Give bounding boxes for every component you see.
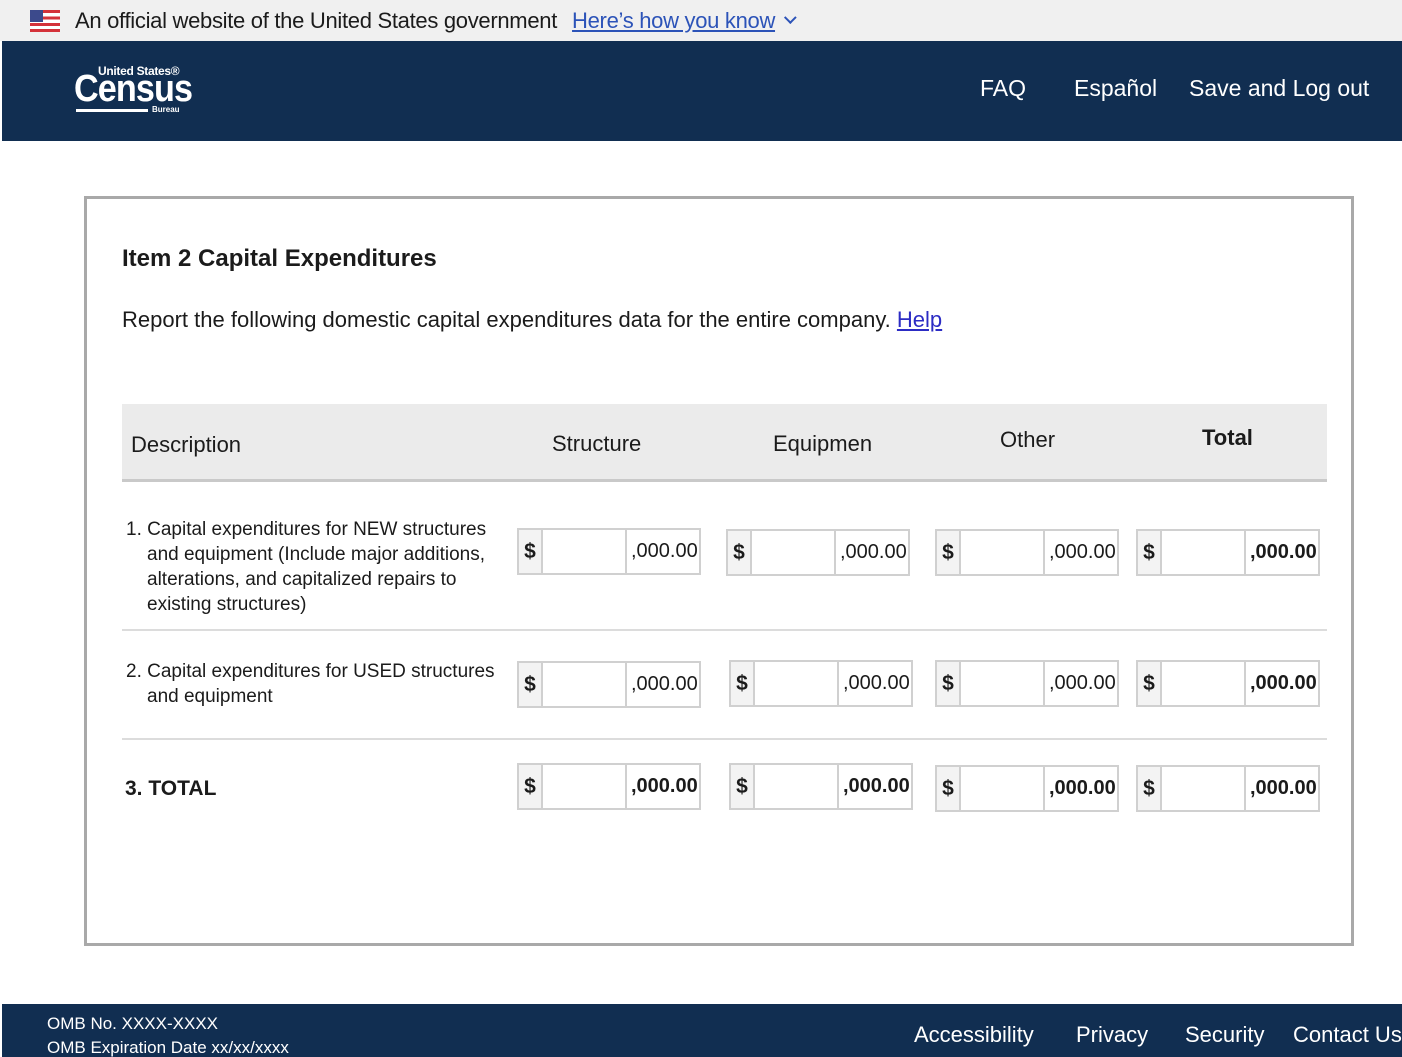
used-total-input[interactable]: $ ,000.00 bbox=[1136, 660, 1320, 707]
chevron-down-icon[interactable] bbox=[783, 11, 797, 25]
site-footer: OMB No. XXXX-XXXX OMB Expiration Date xx… bbox=[2, 1004, 1402, 1057]
used-other-input[interactable]: $ ,000.00 bbox=[935, 660, 1119, 707]
save-and-logout-link[interactable]: Save and Log out bbox=[1189, 75, 1369, 102]
row-label-total: 3. TOTAL bbox=[125, 777, 217, 800]
footer-privacy-link[interactable]: Privacy bbox=[1076, 1022, 1148, 1048]
us-flag-icon bbox=[30, 9, 60, 32]
page-title: Item 2 Capital Expenditures bbox=[122, 245, 437, 272]
used-equipment-input[interactable]: $ ,000.00 bbox=[729, 660, 913, 707]
total-total-input[interactable]: $ ,000.00 bbox=[1136, 765, 1320, 812]
column-header-description: Description bbox=[131, 432, 242, 457]
column-header-total: Total bbox=[1202, 425, 1253, 450]
footer-security-link[interactable]: Security bbox=[1185, 1022, 1264, 1048]
gov-banner: An official website of the United States… bbox=[0, 0, 1402, 41]
new-structure-input[interactable]: $ ,000.00 bbox=[517, 528, 701, 575]
column-header-equipment: Equipmen bbox=[773, 431, 873, 456]
row-divider bbox=[122, 738, 1327, 740]
census-logo[interactable]: United States® Census Bureau bbox=[74, 63, 193, 119]
new-other-input[interactable]: $ ,000.00 bbox=[935, 529, 1119, 576]
new-equipment-input[interactable]: $ ,000.00 bbox=[726, 529, 910, 576]
nav-espanol-link[interactable]: Español bbox=[1074, 75, 1157, 102]
heres-how-you-know-link[interactable]: Here’s how you know bbox=[572, 8, 775, 34]
help-link[interactable]: Help bbox=[897, 307, 942, 332]
new-total-input[interactable]: $ ,000.00 bbox=[1136, 529, 1320, 576]
used-structure-input[interactable]: $ ,000.00 bbox=[517, 661, 701, 708]
row-divider bbox=[122, 629, 1327, 631]
row-label-new: 1. Capital expenditures for NEW structur… bbox=[126, 519, 487, 615]
omb-expiration: OMB Expiration Date xx/xx/xxxx bbox=[47, 1038, 289, 1057]
omb-number: OMB No. XXXX-XXXX bbox=[47, 1014, 218, 1033]
column-header-structure: Structure bbox=[552, 431, 642, 456]
site-header: United States® Census Bureau FAQ Español… bbox=[2, 41, 1402, 141]
table-header: Description Structure Equipmen Other Tot… bbox=[122, 404, 1327, 482]
row-label-used: 2. Capital expenditures for USED structu… bbox=[126, 661, 495, 707]
intro-text: Report the following domestic capital ex… bbox=[122, 307, 943, 332]
gov-banner-text: An official website of the United States… bbox=[75, 7, 558, 33]
footer-contact-link[interactable]: Contact Us bbox=[1293, 1022, 1402, 1048]
total-equipment-input[interactable]: $ ,000.00 bbox=[729, 763, 913, 810]
total-other-input[interactable]: $ ,000.00 bbox=[935, 765, 1119, 812]
column-header-other: Other bbox=[1000, 427, 1056, 452]
form-card: Item 2 Capital Expenditures Report the f… bbox=[84, 196, 1354, 946]
total-structure-input[interactable]: $ ,000.00 bbox=[517, 763, 701, 810]
footer-accessibility-link[interactable]: Accessibility bbox=[914, 1022, 1034, 1048]
nav-faq-link[interactable]: FAQ bbox=[980, 75, 1026, 102]
